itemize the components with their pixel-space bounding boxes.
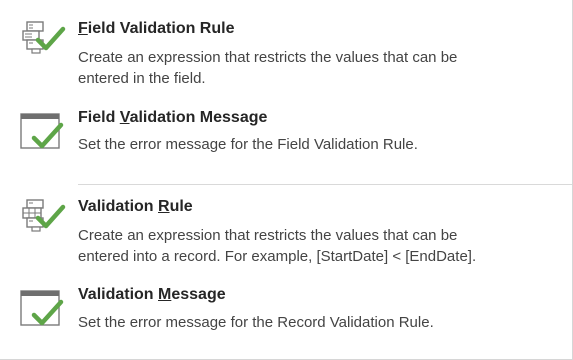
menu-item-title: Field Validation Message bbox=[78, 109, 268, 126]
validation-message-icon bbox=[18, 110, 66, 154]
menu-item-validation-message[interactable]: Validation Message Set the error message… bbox=[0, 276, 573, 346]
section-divider bbox=[78, 184, 572, 185]
record-validation-rule-icon bbox=[18, 196, 66, 240]
menu-item-description: Create an expression that restricts the … bbox=[78, 227, 458, 244]
menu-item-description: Set the error message for the Record Val… bbox=[78, 314, 434, 331]
menu-item-description: Set the error message for the Field Vali… bbox=[78, 136, 418, 153]
validation-message-icon bbox=[18, 287, 66, 331]
menu-item-title: Validation Rule bbox=[78, 198, 193, 215]
menu-item-title: Field Validation Rule bbox=[78, 20, 235, 37]
menu-item-description: entered in the field. bbox=[78, 70, 206, 87]
menu-item-field-validation-message[interactable]: Field Validation Message Set the error m… bbox=[0, 98, 573, 168]
menu-item-description: entered into a record. For example, [Sta… bbox=[78, 248, 477, 265]
menu-item-validation-rule[interactable]: Validation Rule Create an expression tha… bbox=[0, 188, 573, 274]
validation-rule-icon bbox=[18, 18, 66, 62]
menu-item-title: Validation Message bbox=[78, 286, 226, 303]
menu-item-field-validation-rule[interactable]: Field Validation Rule Create an expressi… bbox=[0, 10, 573, 96]
menu-item-description: Create an expression that restricts the … bbox=[78, 49, 458, 66]
